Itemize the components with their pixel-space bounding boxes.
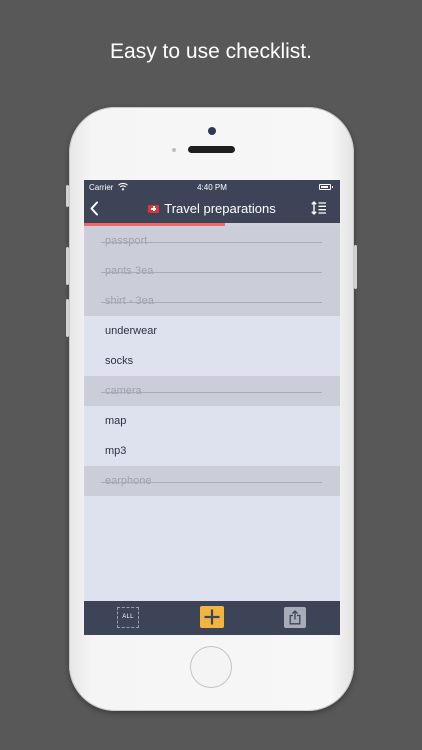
page-title-text: Travel preparations	[164, 201, 276, 216]
status-bar: Carrier 4:40 PM	[84, 180, 340, 194]
strikethrough-line	[101, 242, 322, 243]
share-button[interactable]	[284, 607, 306, 628]
battery-icon	[319, 184, 333, 190]
list-item[interactable]: mp3	[84, 436, 340, 466]
phone-frame: Carrier 4:40 PM Travel preparations pass…	[66, 107, 357, 711]
bottom-toolbar: ALL	[84, 601, 340, 635]
proximity-sensor	[172, 148, 176, 152]
earpiece-speaker	[188, 146, 235, 153]
list-item[interactable]: underwear	[84, 316, 340, 346]
swiss-flag-icon	[148, 204, 160, 213]
list-item[interactable]: passport	[84, 226, 340, 256]
strikethrough-line	[101, 392, 322, 393]
list-item-label: socks	[105, 355, 134, 367]
list-item[interactable]: camera	[84, 376, 340, 406]
mute-switch	[66, 185, 69, 207]
list-item[interactable]: socks	[84, 346, 340, 376]
sort-list-icon[interactable]	[311, 201, 327, 215]
nav-bar: Travel preparations	[84, 194, 340, 223]
power-button	[354, 245, 357, 289]
list-item[interactable]: earphone	[84, 466, 340, 496]
list-item[interactable]: pants 3ea	[84, 256, 340, 286]
list-item-label: mp3	[105, 445, 127, 457]
show-all-button[interactable]: ALL	[117, 607, 139, 628]
share-icon	[289, 610, 301, 625]
status-time: 4:40 PM	[197, 183, 227, 192]
checklist: passport pants 3ea shirt - 3ea underwear…	[84, 226, 340, 496]
list-item-label: shirt - 3ea	[105, 295, 154, 307]
list-item[interactable]: map	[84, 406, 340, 436]
front-camera	[208, 127, 216, 135]
list-item-label: earphone	[105, 475, 152, 487]
list-item-label: pants 3ea	[105, 265, 154, 277]
list-item-label: passport	[105, 235, 148, 247]
strikethrough-line	[101, 302, 322, 303]
list-item-label: camera	[105, 385, 142, 397]
list-item-label: underwear	[105, 325, 157, 337]
add-item-button[interactable]	[200, 606, 224, 628]
volume-up-button	[66, 247, 69, 285]
promo-headline: Easy to use checklist.	[110, 40, 312, 63]
volume-down-button	[66, 299, 69, 337]
strikethrough-line	[101, 482, 322, 483]
plus-icon	[204, 609, 220, 625]
list-item[interactable]: shirt - 3ea	[84, 286, 340, 316]
list-item-label: map	[105, 415, 127, 427]
strikethrough-line	[101, 272, 322, 273]
app-screen: Carrier 4:40 PM Travel preparations pass…	[84, 180, 340, 635]
page-title: Travel preparations	[84, 201, 340, 216]
home-button[interactable]	[190, 646, 232, 688]
